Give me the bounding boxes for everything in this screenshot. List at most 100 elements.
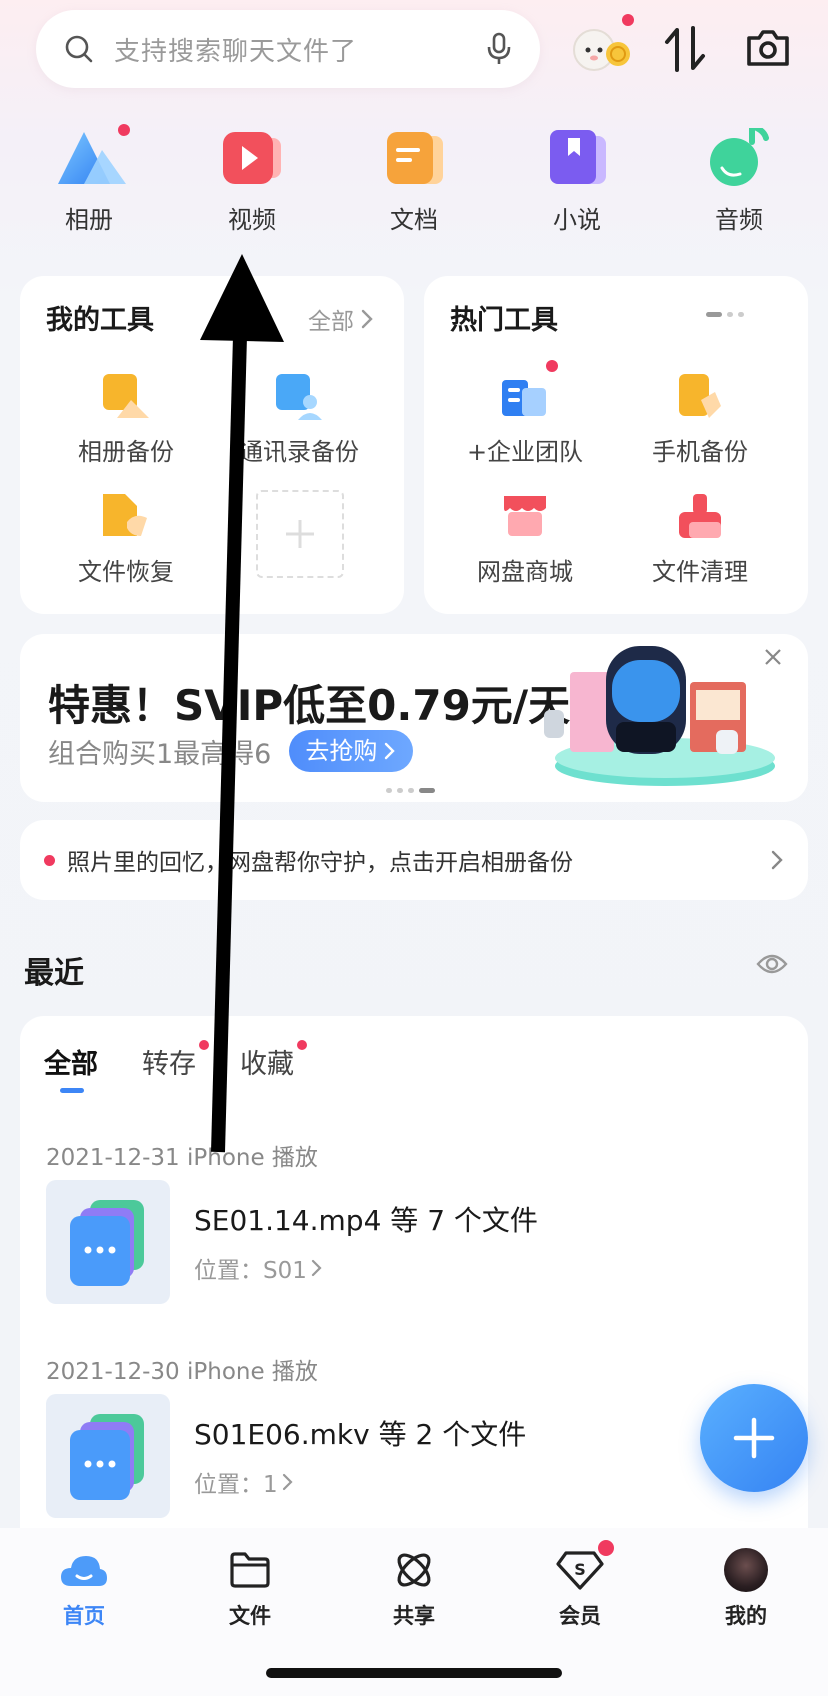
video-icon <box>223 132 281 184</box>
banner-subtitle: 组合购买1最高得6 <box>48 738 272 770</box>
banner-cta-label: 去抢购 <box>305 737 378 765</box>
promo-banner[interactable]: 特惠！SVIP低至0.79元/天 组合购买1最高得6 去抢购 <box>20 634 808 802</box>
plus-icon <box>733 1417 775 1459</box>
home-cloud-icon <box>61 1556 107 1586</box>
tool-enterprise-team[interactable]: +企业团队 <box>450 360 600 467</box>
chevron-right-icon <box>282 1473 293 1491</box>
file-name: S01E06.mkv 等 2 个文件 <box>194 1418 527 1451</box>
nav-share[interactable]: 共享 <box>354 1542 474 1630</box>
quick-entries: 相册 视频 文档 小说 音频 <box>0 121 828 238</box>
my-tools-card: 我的工具 全部 相册备份 通讯录备份 文件恢复 <box>20 276 404 614</box>
floating-add-button[interactable] <box>700 1384 808 1492</box>
notice-dot <box>44 854 55 866</box>
svg-text:S: S <box>574 1560 586 1579</box>
tab-transfer-badge <box>199 1040 209 1050</box>
transfer-button[interactable] <box>660 22 710 76</box>
tab-all[interactable]: 全部 <box>44 1042 98 1081</box>
tool-contacts-backup[interactable]: 通讯录备份 <box>224 372 374 467</box>
nav-label: 会员 <box>559 1604 601 1628</box>
mascot-avatar[interactable] <box>566 12 638 84</box>
quick-entry-document[interactable]: 文档 <box>359 128 469 235</box>
file-location[interactable]: 位置：1 <box>194 1465 278 1499</box>
product-illustration <box>544 646 775 786</box>
tool-label: +企业团队 <box>466 438 584 466</box>
tab-favorites[interactable]: 收藏 <box>240 1042 294 1081</box>
tool-label: 文件恢复 <box>78 558 174 586</box>
document-icon <box>387 132 443 184</box>
album-backup-notice[interactable]: 照片里的回忆，网盘帮你守护，点击开启相册备份 <box>20 820 808 900</box>
tool-file-restore[interactable]: 文件恢复 <box>51 492 201 587</box>
nav-vip[interactable]: S 会员 <box>520 1540 640 1630</box>
my-tools-all-link[interactable]: 全部 <box>308 302 374 336</box>
my-tools-title: 我的工具 <box>46 305 154 336</box>
nav-label: 我的 <box>725 1604 767 1628</box>
quick-entry-label: 文档 <box>390 206 438 234</box>
banner-cta-button[interactable]: 去抢购 <box>289 730 414 772</box>
share-icon <box>397 1553 431 1587</box>
nav-files[interactable]: 文件 <box>190 1542 310 1630</box>
tool-label: 通讯录备份 <box>239 438 359 466</box>
tool-file-cleanup[interactable]: 文件清理 <box>625 492 775 587</box>
folder-icon <box>230 1552 270 1588</box>
recent-file-row[interactable]: SE01.14.mp4 等 7 个文件 位置：S01 <box>46 1180 786 1304</box>
quick-entry-video[interactable]: 视频 <box>197 128 307 235</box>
recent-date: 2021-12-30 iPhone 播放 <box>46 1359 318 1385</box>
hot-tools-card: 热门工具 +企业团队 手机备份 网盘商城 文件清理 <box>424 276 808 614</box>
eye-icon[interactable] <box>756 952 788 976</box>
album-backup-icon <box>103 374 149 418</box>
quick-entry-label: 小说 <box>553 206 601 234</box>
nav-home[interactable]: 首页 <box>24 1542 144 1630</box>
recent-file-row[interactable]: S01E06.mkv 等 2 个文件 位置：1 <box>46 1394 686 1518</box>
quick-entry-label: 音频 <box>715 206 763 234</box>
recent-title: 最近 <box>24 956 84 991</box>
quick-entry-label: 视频 <box>228 206 276 234</box>
hot-tools-title: 热门工具 <box>450 305 558 336</box>
chevron-right-icon <box>771 850 783 870</box>
add-tool-button[interactable] <box>256 490 344 578</box>
file-location[interactable]: 位置：S01 <box>194 1251 307 1285</box>
nav-me[interactable]: 我的 <box>686 1542 806 1630</box>
nav-label: 文件 <box>229 1604 271 1628</box>
multi-file-icon <box>70 1200 144 1286</box>
camera-button[interactable] <box>744 24 792 72</box>
tool-phone-backup[interactable]: 手机备份 <box>625 372 775 467</box>
search-input[interactable]: 支持搜索聊天文件了 <box>114 31 486 68</box>
plus-icon <box>286 520 314 548</box>
search-icon <box>65 35 93 63</box>
nav-label: 首页 <box>63 1604 105 1628</box>
active-tab-indicator <box>60 1088 84 1093</box>
tab-transfer[interactable]: 转存 <box>142 1042 196 1081</box>
tool-store[interactable]: 网盘商城 <box>450 492 600 587</box>
tool-label: 手机备份 <box>652 438 748 466</box>
chevron-right-icon <box>385 742 396 760</box>
audio-icon <box>710 121 769 186</box>
camera-icon <box>747 30 789 66</box>
enterprise-team-badge <box>546 360 558 372</box>
avatar <box>724 1548 768 1592</box>
microphone-icon[interactable] <box>486 32 512 66</box>
quick-entry-album[interactable]: 相册 <box>34 124 144 235</box>
vip-badge <box>598 1540 614 1556</box>
quick-entry-audio[interactable]: 音频 <box>684 121 794 235</box>
recent-card: 全部 转存 收藏 2021-12-31 iPhone 播放 SE01.14.mp… <box>20 1016 808 1616</box>
notification-badge <box>622 14 634 26</box>
contacts-backup-icon <box>276 374 322 420</box>
tool-album-backup[interactable]: 相册备份 <box>51 372 201 467</box>
quick-entry-novel[interactable]: 小说 <box>522 128 632 235</box>
search-bar[interactable]: 支持搜索聊天文件了 <box>36 10 540 88</box>
banner-title: 特惠！SVIP低至0.79元/天 <box>48 681 571 730</box>
vip-diamond-icon: S <box>556 1551 604 1590</box>
notice-text: 照片里的回忆，网盘帮你守护，点击开启相册备份 <box>67 850 573 876</box>
quick-entry-label: 相册 <box>65 206 113 234</box>
file-restore-icon <box>103 494 147 536</box>
tab-favorites-badge <box>297 1040 307 1050</box>
banner-page-indicator <box>386 788 435 793</box>
my-tools-all-label: 全部 <box>308 309 354 335</box>
close-icon[interactable] <box>764 648 782 666</box>
transfer-icon <box>665 26 705 72</box>
nav-label: 共享 <box>393 1604 435 1628</box>
store-icon <box>504 496 546 536</box>
file-thumbnail <box>46 1394 170 1518</box>
chevron-right-icon <box>311 1259 322 1277</box>
tool-label: 网盘商城 <box>477 558 573 586</box>
